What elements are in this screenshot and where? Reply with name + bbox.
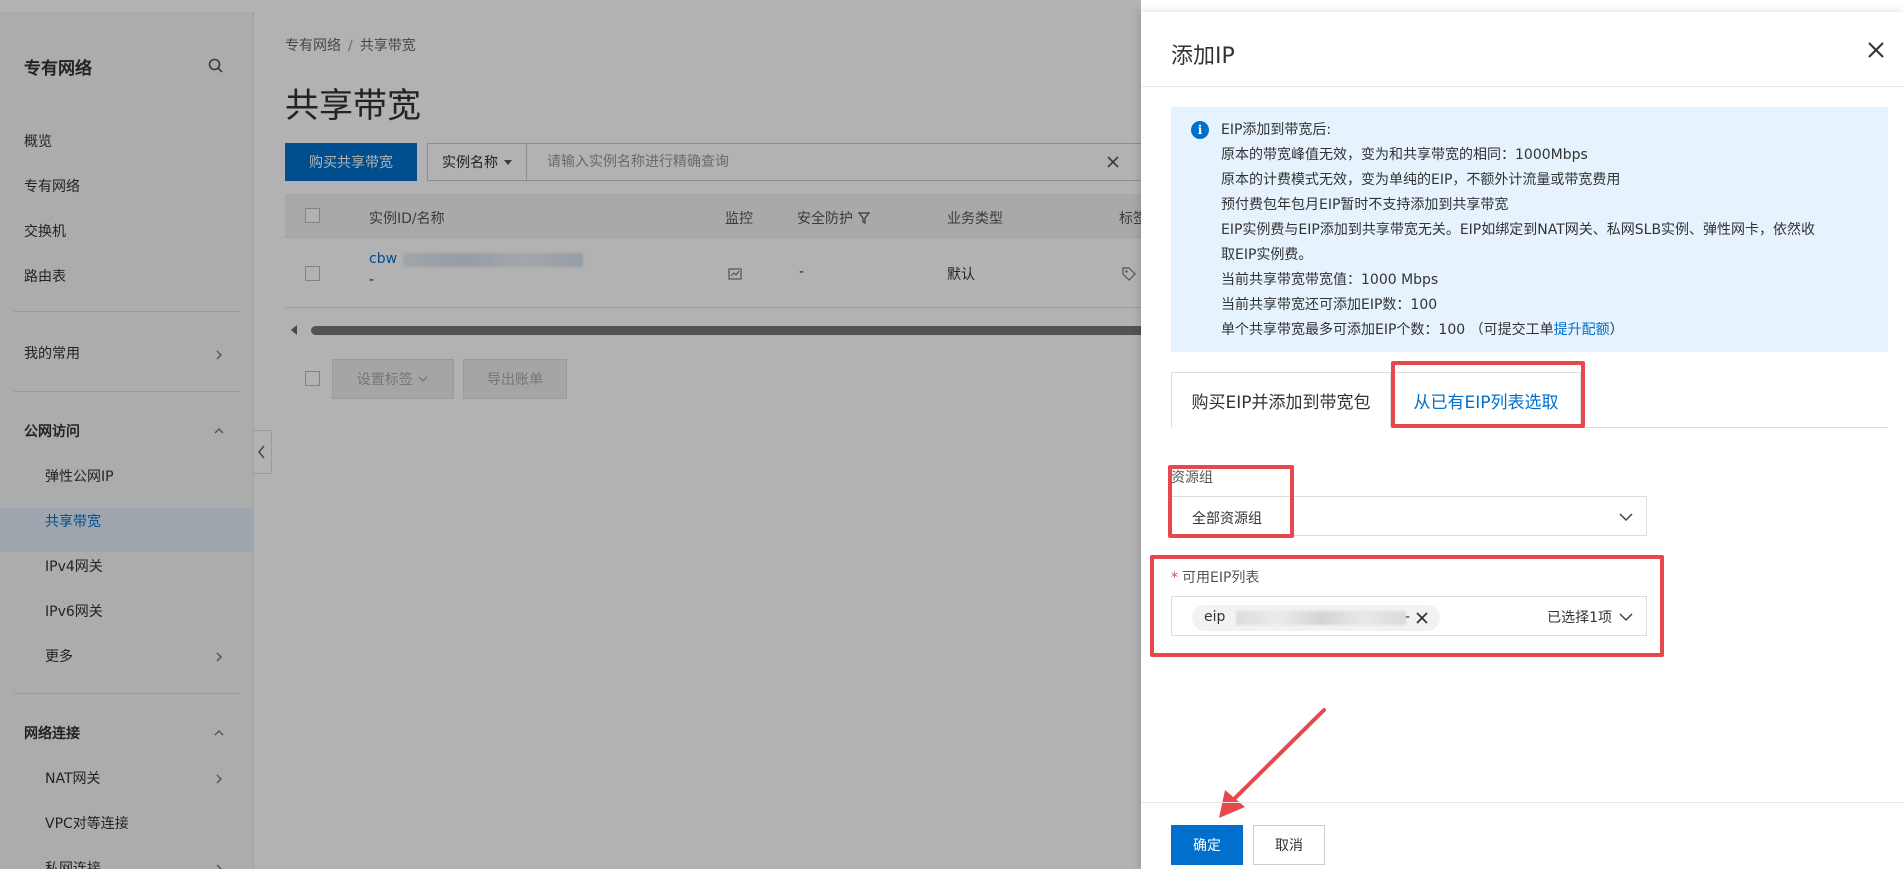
notice-line: EIP实例费与EIP添加到共享带宽无关。EIP如绑定到NAT网关、私网SLB实例… bbox=[1221, 222, 1816, 238]
eip-source-tabs: 购买EIP并添加到带宽包 从已有EIP列表选取 bbox=[1171, 372, 1888, 428]
notice-line: 取EIP实例费。 bbox=[1221, 247, 1313, 263]
add-ip-drawer: 添加IP i EIP添加到带宽后: 原本的带宽峰值无效，变为和共享带宽的相同：1… bbox=[1141, 12, 1904, 869]
notice-line: 原本的带宽峰值无效，变为和共享带宽的相同：1000Mbps bbox=[1221, 147, 1588, 163]
redacted-eip-id bbox=[1236, 611, 1406, 625]
notice-line: 当前共享带宽还可添加EIP数：100 bbox=[1221, 297, 1438, 313]
resource-group-value: 全部资源组 bbox=[1192, 511, 1262, 527]
chevron-down-icon bbox=[1619, 513, 1633, 522]
raise-quota-link[interactable]: 提升配额 bbox=[1554, 322, 1610, 338]
drawer-footer-divider bbox=[1141, 802, 1904, 803]
eip-list-label: * 可用EIP列表 bbox=[1171, 567, 1259, 587]
info-icon: i bbox=[1191, 121, 1209, 139]
resource-group-select[interactable]: 全部资源组 bbox=[1171, 496, 1647, 536]
close-icon[interactable] bbox=[1864, 38, 1888, 62]
modal-overlay[interactable] bbox=[0, 0, 1141, 869]
tab-buy-eip[interactable]: 购买EIP并添加到带宽包 bbox=[1171, 372, 1391, 428]
required-mark: * bbox=[1171, 570, 1178, 586]
eip-tag-prefix: eip bbox=[1204, 609, 1226, 625]
eip-tag-suffix: - bbox=[1405, 609, 1411, 625]
notice-line: 当前共享带宽带宽值：1000 Mbps bbox=[1221, 272, 1439, 288]
drawer-header-divider bbox=[1141, 86, 1904, 87]
drawer-title: 添加IP bbox=[1171, 44, 1235, 69]
eip-list-label-text: 可用EIP列表 bbox=[1182, 570, 1260, 586]
selected-eip-tag: eip - bbox=[1192, 605, 1440, 631]
tab-select-existing-eip[interactable]: 从已有EIP列表选取 bbox=[1391, 372, 1581, 428]
remove-tag-icon[interactable] bbox=[1414, 610, 1430, 626]
quota-text-suffix: ） bbox=[1609, 322, 1624, 338]
eip-multi-select[interactable]: eip - 已选择1项 bbox=[1171, 596, 1647, 636]
notice-line: 原本的计费模式无效，变为单纯的EIP，不额外计流量或带宽费用 bbox=[1221, 172, 1621, 188]
info-notice: i EIP添加到带宽后: 原本的带宽峰值无效，变为和共享带宽的相同：1000Mb… bbox=[1171, 107, 1888, 352]
chevron-down-icon bbox=[1619, 613, 1633, 622]
quota-text: 单个共享带宽最多可添加EIP个数：100 （可提交工单 bbox=[1221, 322, 1554, 338]
resource-group-label: 资源组 bbox=[1171, 470, 1213, 486]
selected-count: 已选择1项 bbox=[1547, 610, 1612, 626]
notice-line: 预付费包年包月EIP暂时不支持添加到共享带宽 bbox=[1221, 197, 1509, 213]
confirm-button[interactable]: 确定 bbox=[1171, 825, 1243, 865]
cancel-button[interactable]: 取消 bbox=[1253, 825, 1325, 865]
notice-quota-line: 单个共享带宽最多可添加EIP个数：100 （可提交工单提升配额） bbox=[1221, 319, 1624, 339]
notice-heading: EIP添加到带宽后: bbox=[1221, 122, 1332, 138]
